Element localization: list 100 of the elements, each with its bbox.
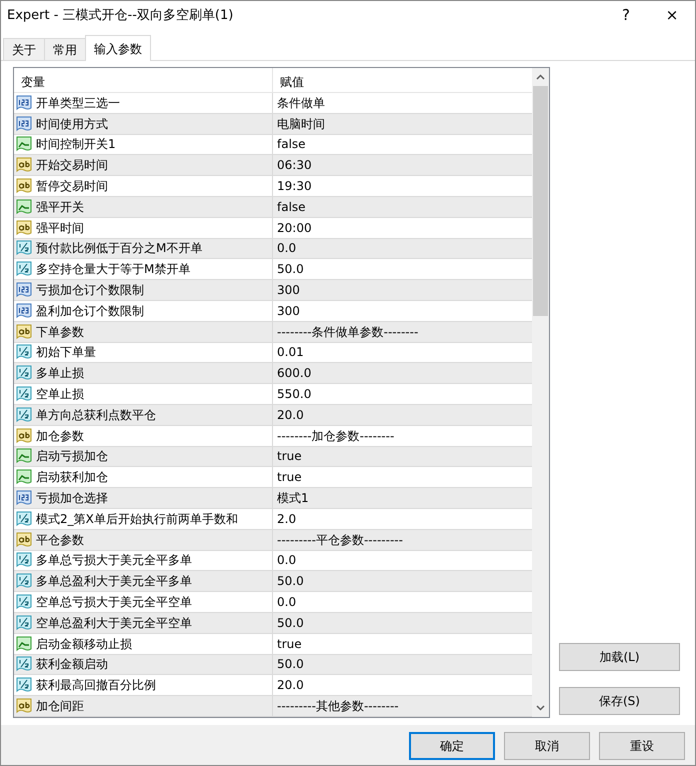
parameter-name: 启动金额移动止损 xyxy=(36,636,132,653)
fraction-icon xyxy=(16,594,32,610)
column-header[interactable]: 赋值 xyxy=(273,68,311,92)
fraction-icon xyxy=(16,510,32,527)
table-row[interactable]: 开始交易时间 06:30 xyxy=(14,155,532,176)
table-row[interactable]: 多单总盈利大于美元全平多单 50.0 xyxy=(14,571,532,592)
parameter-name: 亏损加仓选择 xyxy=(36,490,108,508)
scrollbar[interactable] xyxy=(532,68,549,717)
boolean-icon xyxy=(16,136,32,152)
boolean-icon xyxy=(16,469,32,486)
string-icon xyxy=(16,532,32,548)
parameter-value: ---------平仓参数--------- xyxy=(276,532,403,549)
tab[interactable]: 输入参数 xyxy=(85,35,151,61)
string-icon xyxy=(16,324,32,340)
parameter-name: 多单总亏损大于美元全平多单 xyxy=(36,552,192,570)
parameter-value: 50.0 xyxy=(276,656,304,674)
parameter-name: 开始交易时间 xyxy=(36,157,108,174)
close-button[interactable]: × xyxy=(649,5,695,25)
parameter-value: --------条件做单参数-------- xyxy=(276,324,418,341)
parameter-value: 550.0 xyxy=(276,386,312,404)
parameter-name: 强平开关 xyxy=(36,198,84,216)
dialog-button[interactable]: 重设 xyxy=(599,732,685,760)
parameter-name: 空单总盈利大于美元全平空单 xyxy=(36,614,192,632)
table-row[interactable]: 加仓间距 ---------其他参数-------- xyxy=(14,696,532,717)
help-button[interactable]: ? xyxy=(603,5,649,25)
parameter-name: 下单参数 xyxy=(36,324,84,341)
fraction-icon xyxy=(16,386,32,402)
table-row[interactable]: 单方向总获利点数平仓 20.0 xyxy=(14,404,532,426)
parameter-name: 时间控制开关1 xyxy=(36,136,116,154)
side-button[interactable]: 加载(L) xyxy=(559,643,680,671)
tab[interactable]: 关于 xyxy=(3,38,45,60)
boolean-icon xyxy=(16,448,32,464)
parameter-name: 单方向总获利点数平仓 xyxy=(36,406,156,424)
fraction-icon xyxy=(16,344,32,360)
fraction-icon xyxy=(16,261,32,278)
parameter-value: 300 xyxy=(276,302,300,320)
table-row[interactable]: 强平开关 false xyxy=(14,196,532,218)
parameter-value: true xyxy=(276,469,302,486)
dialog-button[interactable]: 取消 xyxy=(504,732,590,760)
parameter-value: 20.0 xyxy=(276,406,304,424)
parameter-name: 获利金额启动 xyxy=(36,656,108,674)
parameter-name: 加仓参数 xyxy=(36,428,84,445)
parameter-value: true xyxy=(276,448,302,466)
parameter-value: 0.01 xyxy=(276,344,304,362)
string-icon xyxy=(16,178,32,194)
parameter-value: 电脑时间 xyxy=(276,116,325,133)
parameter-value: 300 xyxy=(276,282,300,300)
parameter-value: ---------其他参数-------- xyxy=(276,698,399,715)
parameter-value: true xyxy=(276,636,302,653)
parameter-value: 06:30 xyxy=(276,157,312,174)
parameter-name: 多单总盈利大于美元全平多单 xyxy=(36,573,192,590)
parameter-value: 50.0 xyxy=(276,573,304,590)
parameter-value: 20.0 xyxy=(276,677,304,694)
table-row[interactable]: 下单参数 --------条件做单参数-------- xyxy=(14,322,532,343)
string-icon xyxy=(16,220,32,236)
parameter-value: 19:30 xyxy=(276,178,312,196)
fraction-icon xyxy=(16,406,32,423)
parameter-name: 空单止损 xyxy=(36,386,84,404)
table-row[interactable]: 亏损加仓订个数限制 300 xyxy=(14,280,532,301)
side-button[interactable]: 保存(S) xyxy=(559,687,680,715)
parameter-name: 暂停交易时间 xyxy=(36,178,108,196)
table-row[interactable]: 预付款比例低于百分之M不开单 0.0 xyxy=(14,238,532,260)
table-row[interactable]: 空单总盈利大于美元全平空单 50.0 xyxy=(14,612,532,634)
string-icon xyxy=(16,698,32,714)
parameter-name: 预付款比例低于百分之M不开单 xyxy=(36,240,202,258)
parameter-value: 50.0 xyxy=(276,261,304,278)
parameter-value: 0.0 xyxy=(276,240,296,258)
scroll-up-icon[interactable] xyxy=(536,74,545,80)
parameter-name: 多空持仓量大于等于M禁开单 xyxy=(36,261,190,278)
integer-icon xyxy=(16,94,32,111)
parameter-name: 获利最高回撤百分比例 xyxy=(36,677,156,694)
string-icon xyxy=(16,428,32,444)
parameter-value: false xyxy=(276,136,306,154)
table-row[interactable]: 获利金额启动 50.0 xyxy=(14,654,532,676)
fraction-icon xyxy=(16,573,32,590)
parameter-name: 亏损加仓订个数限制 xyxy=(36,282,144,300)
column-header[interactable]: 变量 xyxy=(14,68,273,92)
table-row[interactable]: 平仓参数 ---------平仓参数--------- xyxy=(14,530,532,551)
parameter-name: 盈利加仓订个数限制 xyxy=(36,302,144,320)
table-row[interactable]: 时间使用方式 电脑时间 xyxy=(14,114,532,135)
parameter-value: 50.0 xyxy=(276,614,304,632)
scroll-down-icon[interactable] xyxy=(536,705,545,711)
string-icon xyxy=(16,157,32,174)
parameter-name: 加仓间距 xyxy=(36,698,84,715)
table-row[interactable]: 亏损加仓选择 模式1 xyxy=(14,488,532,509)
table-row[interactable]: 启动亏损加仓 true xyxy=(14,446,532,468)
fraction-icon xyxy=(16,677,32,694)
tab[interactable]: 常用 xyxy=(44,38,86,60)
parameter-name: 启动亏损加仓 xyxy=(36,448,108,466)
fraction-icon xyxy=(16,365,32,382)
parameter-name: 平仓参数 xyxy=(36,532,84,549)
parameter-name: 模式2_第X单后开始执行前两单手数和 xyxy=(36,510,238,528)
dialog-button[interactable]: 确定 xyxy=(409,732,495,760)
table-row[interactable]: 多单止损 600.0 xyxy=(14,363,532,384)
parameter-value: 条件做单 xyxy=(276,94,325,112)
fraction-icon xyxy=(16,552,32,568)
scroll-thumb[interactable] xyxy=(533,86,548,316)
parameter-name: 初始下单量 xyxy=(36,344,96,362)
fraction-icon xyxy=(16,614,32,631)
parameter-name: 时间使用方式 xyxy=(36,116,108,133)
